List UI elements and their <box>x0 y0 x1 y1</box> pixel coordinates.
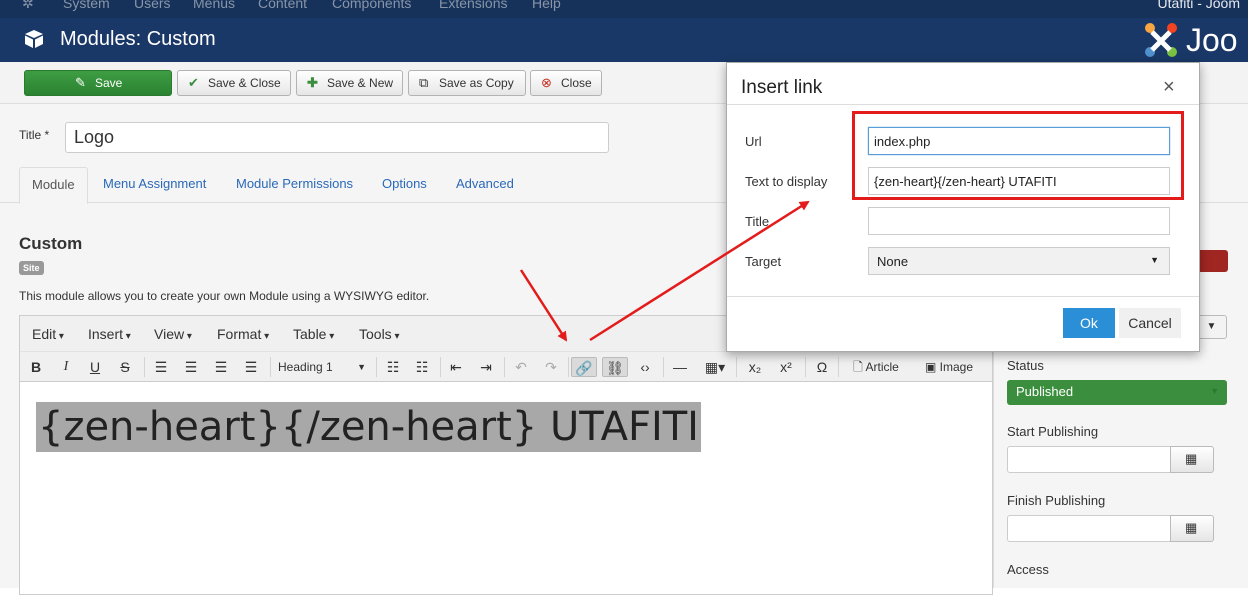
annotation-arrow-to-link-button <box>519 269 568 342</box>
annotation-arrow-to-dialog <box>589 200 810 342</box>
annotation-arrows <box>519 200 810 342</box>
